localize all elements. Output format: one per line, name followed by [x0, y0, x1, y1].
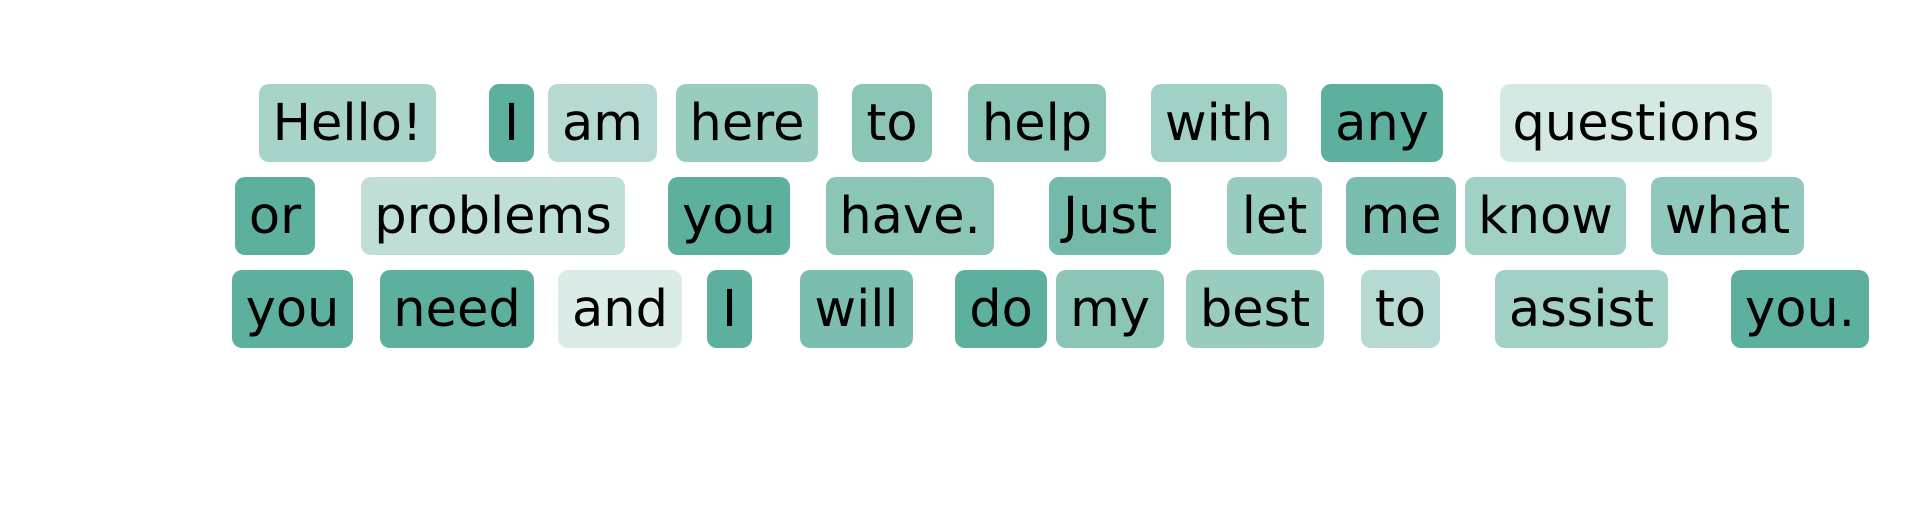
token-3-11: you. — [1731, 270, 1869, 348]
token-1-8: any — [1321, 84, 1443, 162]
token-2-5: Just — [1049, 177, 1171, 255]
token-1-9: questions — [1500, 84, 1772, 162]
token-1-5: to — [852, 84, 932, 162]
token-3-7: my — [1056, 270, 1164, 348]
token-2-6: let — [1227, 177, 1322, 255]
token-3-8: best — [1186, 270, 1324, 348]
token-3-6: do — [955, 270, 1047, 348]
token-1-3: am — [548, 84, 657, 162]
token-3-10: assist — [1495, 270, 1668, 348]
token-1-6: help — [968, 84, 1106, 162]
token-2-7: me — [1346, 177, 1456, 255]
token-2-3: you — [668, 177, 790, 255]
token-2-2: problems — [361, 177, 625, 255]
token-1-2: I — [489, 84, 534, 162]
token-2-8: know — [1465, 177, 1626, 255]
token-2-4: have. — [826, 177, 994, 255]
token-3-5: will — [800, 270, 913, 348]
token-3-4: I — [707, 270, 752, 348]
token-3-9: to — [1361, 270, 1440, 348]
token-2-1: or — [235, 177, 315, 255]
token-1-7: with — [1151, 84, 1287, 162]
token-heatmap: Hello! Iam here to help with any questions or pro… — [0, 0, 1919, 522]
token-3-3: and — [558, 270, 682, 348]
token-2-9: what — [1651, 177, 1804, 255]
token-1-1: Hello! — [259, 84, 436, 162]
token-3-2: need — [380, 270, 534, 348]
token-1-4: here — [676, 84, 818, 162]
token-3-1: you — [232, 270, 353, 348]
